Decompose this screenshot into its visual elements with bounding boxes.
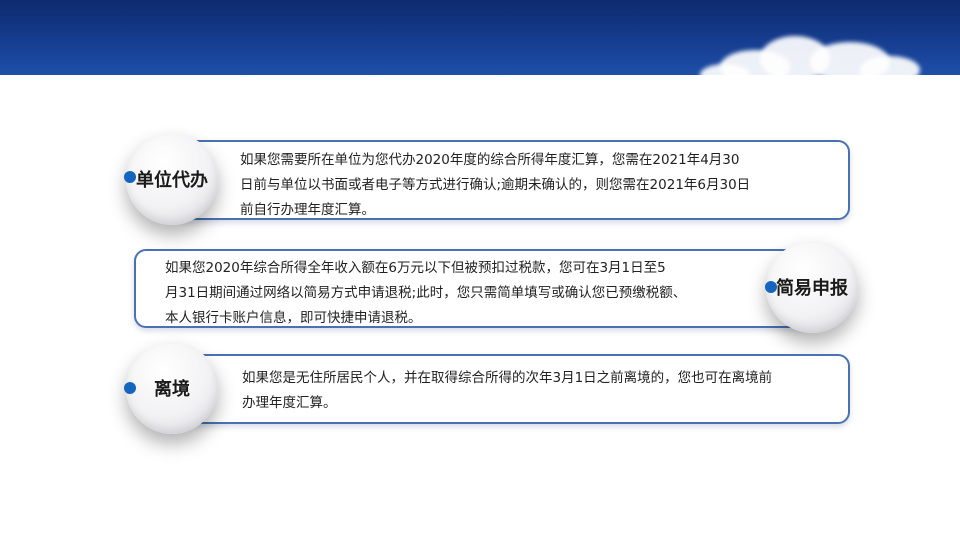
text-line: 办理年度汇算。 [242,395,337,411]
text-line: 本人银行卡账户信息，即可快捷申请退税。 [165,310,422,326]
label-unit-agent: 单位代办 [136,170,208,191]
text-line: 如果您是无住所居民个人，并在取得综合所得的次年3月1日之前离境的，您也可在离境前 [242,370,773,386]
cloud-decoration [700,28,940,75]
text-line: 月31日期间通过网络以简易方式申请退税;此时，您只需简单填写或确认您已预缴税额、 [165,285,687,301]
bullet-dot-icon [124,171,136,183]
info-text-3: 如果您是无住所居民个人，并在取得综合所得的次年3月1日之前离境的，您也可在离境前… [242,366,772,416]
bullet-dot-icon [124,382,136,394]
label-circle-2: 简易申报 [766,241,858,333]
bullet-dot-icon [765,281,777,293]
text-line: 如果您需要所在单位为您代办2020年度的综合所得年度汇算，您需在2021年4月3… [240,152,740,168]
label-departure: 离境 [154,379,190,400]
text-line: 前自行办理年度汇算。 [240,202,375,218]
text-line: 日前与单位以书面或者电子等方式进行确认;逾期未确认的，则您需在2021年6月30… [240,177,751,193]
info-text-2: 如果您2020年综合所得全年收入额在6万元以下但被预扣过税款，您可在3月1日至5… [165,256,686,331]
label-circle-1: 单位代办 [126,133,218,225]
label-simple-filing: 简易申报 [776,278,848,299]
header-banner [0,0,960,75]
info-text-1: 如果您需要所在单位为您代办2020年度的综合所得年度汇算，您需在2021年4月3… [240,148,750,223]
label-circle-3: 离境 [126,342,218,434]
text-line: 如果您2020年综合所得全年收入额在6万元以下但被预扣过税款，您可在3月1日至5 [165,260,666,276]
